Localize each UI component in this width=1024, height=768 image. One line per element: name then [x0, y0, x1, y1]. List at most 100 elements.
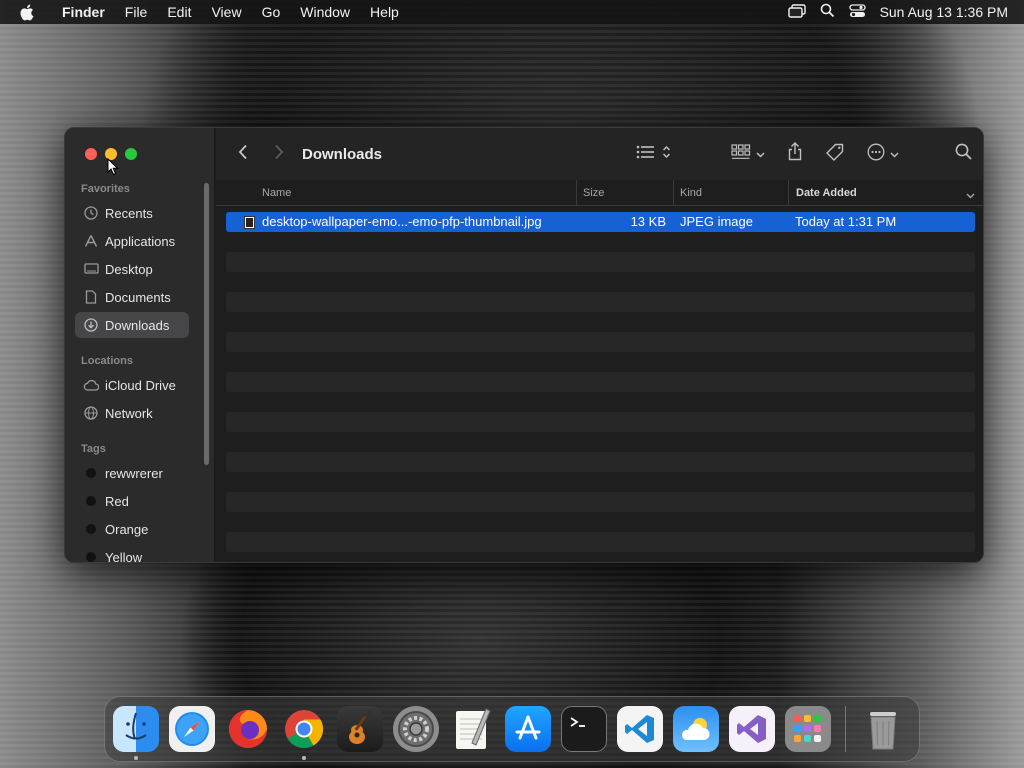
file-name: desktop-wallpaper-emo...-emo-pfp-thumbna…	[262, 214, 542, 229]
running-indicator	[302, 756, 306, 760]
dock-textedit-icon[interactable]	[449, 706, 495, 752]
dock-weather-icon[interactable]	[673, 706, 719, 752]
control-center-icon[interactable]	[848, 3, 866, 21]
window-title: Downloads	[302, 145, 383, 163]
sort-chevron-down-icon[interactable]	[966, 190, 975, 202]
sidebar-item-label: rewwrerer	[105, 465, 163, 481]
close-button[interactable]	[85, 148, 97, 160]
dock-garageband-icon[interactable]	[337, 706, 383, 752]
sidebar-tag-orange[interactable]: Orange	[75, 516, 189, 542]
empty-row	[226, 312, 975, 332]
sidebar-item-label: Red	[105, 493, 129, 509]
empty-row	[226, 292, 975, 312]
empty-row	[226, 352, 975, 372]
tag-dot-icon	[86, 468, 96, 478]
dock-separator	[845, 706, 846, 752]
empty-row	[226, 452, 975, 472]
sidebar-item-label: Orange	[105, 521, 149, 537]
mouse-cursor-icon	[107, 158, 119, 176]
sidebar-item-applications[interactable]: Applications	[75, 228, 189, 254]
column-header-label: Date Added	[796, 187, 857, 199]
sidebar-item-label: Downloads	[105, 317, 170, 333]
sidebar-item-label: Applications	[105, 233, 176, 249]
share-button[interactable]	[787, 142, 803, 166]
view-options-button[interactable]	[636, 145, 671, 164]
finder-window: Favorites Recents Applications Desktop D…	[64, 127, 984, 563]
menu-view[interactable]: View	[201, 0, 251, 24]
sidebar-item-icloud-drive[interactable]: iCloud Drive	[75, 372, 189, 398]
dock-launchpad-icon[interactable]	[785, 706, 831, 752]
sidebar-item-label: Documents	[105, 289, 171, 305]
forward-button[interactable]	[272, 144, 286, 165]
document-icon	[83, 289, 99, 305]
sidebar-tag-red[interactable]: Red	[75, 488, 189, 514]
sidebar-item-label: iCloud Drive	[105, 377, 176, 393]
sidebar-item-downloads[interactable]: Downloads	[75, 312, 189, 338]
menu-window[interactable]: Window	[290, 0, 360, 24]
empty-row	[226, 332, 975, 352]
sidebar-item-label: Yellow	[105, 549, 143, 563]
column-header-size[interactable]: Size	[576, 180, 672, 206]
clock-icon	[83, 205, 99, 221]
sidebar-item-recents[interactable]: Recents	[75, 200, 189, 226]
search-button[interactable]	[955, 143, 972, 165]
file-list: desktop-wallpaper-emo...-emo-pfp-thumbna…	[226, 212, 975, 562]
empty-row	[226, 232, 975, 252]
grid-icon	[731, 143, 751, 165]
menu-bar: Finder File Edit View Go Window Help Sun…	[0, 0, 1024, 24]
locations-heading: Locations	[81, 355, 133, 367]
sidebar-item-label: Network	[105, 405, 153, 421]
dock-firefox-icon[interactable]	[225, 706, 271, 752]
chevron-right-icon	[274, 144, 284, 165]
chevron-updown-icon	[662, 145, 671, 164]
chevron-down-icon	[890, 145, 899, 163]
dock-safari-icon[interactable]	[169, 706, 215, 752]
sidebar-tag-rewwrerer[interactable]: rewwrerer	[75, 460, 189, 486]
empty-row	[226, 372, 975, 392]
globe-icon	[83, 405, 99, 421]
zoom-button[interactable]	[125, 148, 137, 160]
screen-mirroring-icon[interactable]	[787, 3, 806, 21]
sidebar-item-network[interactable]: Network	[75, 400, 189, 426]
ellipsis-circle-icon	[867, 143, 885, 166]
dock-chrome-icon[interactable]	[281, 706, 327, 760]
menu-clock[interactable]: Sun Aug 13 1:36 PM	[880, 4, 1008, 20]
menu-file[interactable]: File	[115, 0, 158, 24]
spotlight-search-icon[interactable]	[820, 3, 835, 21]
menu-finder[interactable]: Finder	[52, 0, 115, 24]
dock-visual-studio-icon[interactable]	[729, 706, 775, 752]
empty-row	[226, 552, 975, 562]
file-kind: JPEG image	[680, 214, 753, 229]
back-button[interactable]	[236, 144, 250, 165]
empty-row	[226, 272, 975, 292]
sidebar-item-documents[interactable]: Documents	[75, 284, 189, 310]
dock-system-settings-icon[interactable]	[393, 706, 439, 752]
column-header-name[interactable]: Name	[262, 180, 572, 206]
dock-trash-icon[interactable]	[860, 706, 906, 752]
sidebar-scrollbar[interactable]	[204, 183, 209, 465]
menu-edit[interactable]: Edit	[157, 0, 201, 24]
table-row[interactable]: desktop-wallpaper-emo...-emo-pfp-thumbna…	[226, 212, 975, 232]
sidebar-tag-yellow[interactable]: Yellow	[75, 544, 189, 563]
desktop-icon	[83, 261, 99, 277]
list-header: Name Size Kind Date Added	[216, 180, 983, 206]
dock-terminal-icon[interactable]	[561, 706, 607, 752]
cloud-icon	[83, 377, 99, 393]
file-date-added: Today at 1:31 PM	[795, 214, 897, 229]
more-actions-button[interactable]	[867, 143, 899, 166]
download-icon	[83, 317, 99, 333]
dock-vscode-icon[interactable]	[617, 706, 663, 752]
menu-go[interactable]: Go	[252, 0, 291, 24]
sidebar-item-label: Recents	[105, 205, 153, 221]
dock-app-store-icon[interactable]	[505, 706, 551, 752]
tag-button[interactable]	[825, 143, 845, 166]
empty-row	[226, 472, 975, 492]
menu-help[interactable]: Help	[360, 0, 409, 24]
group-button[interactable]	[731, 143, 765, 165]
tag-dot-icon	[86, 524, 96, 534]
dock-finder-icon[interactable]	[113, 706, 159, 760]
column-header-date-added[interactable]: Date Added	[788, 180, 968, 206]
sidebar-item-desktop[interactable]: Desktop	[75, 256, 189, 282]
column-header-kind[interactable]: Kind	[673, 180, 788, 206]
apple-logo-icon[interactable]	[0, 4, 52, 21]
